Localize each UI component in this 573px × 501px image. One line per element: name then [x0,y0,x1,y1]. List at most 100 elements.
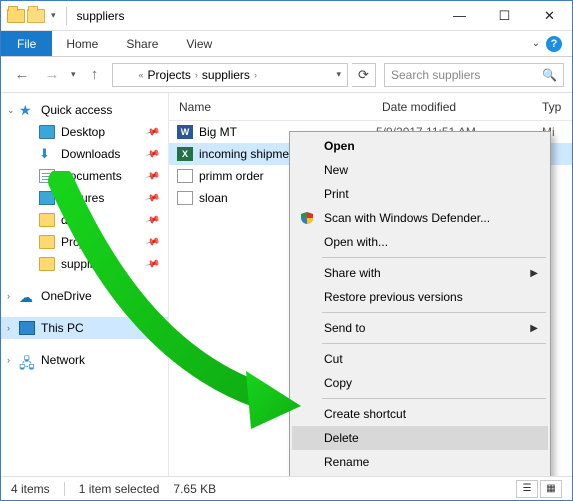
tab-share[interactable]: Share [112,31,172,56]
documents-icon [39,169,55,183]
file-icon [177,169,193,183]
sidebar-network[interactable]: › 🖧 Network [1,349,168,371]
pin-icon: 📌 [144,234,160,250]
window-icon[interactable] [7,9,25,23]
pin-icon: 📌 [144,124,160,140]
up-button[interactable]: ↑ [82,62,108,88]
sidebar-item-label: Quick access [41,103,112,117]
desktop-icon [39,125,55,139]
help-icon[interactable]: ? [546,36,562,52]
status-sep [64,482,65,496]
sidebar-item-label: suppliers [61,257,109,271]
search-placeholder: Search suppliers [391,68,480,82]
maximize-button[interactable]: ☐ [482,1,527,30]
folder-icon [39,235,55,249]
cm-restore[interactable]: Restore previous versions [292,285,548,309]
ribbon-collapse-icon[interactable]: ⌄ [532,38,540,49]
minimize-button[interactable]: — [437,1,482,30]
sidebar-drafts[interactable]: drafts 📌 [1,209,168,231]
cm-new[interactable]: New [292,158,548,182]
network-icon: 🖧 [19,353,35,367]
search-icon: 🔍 [542,68,557,82]
view-thumbnails-button[interactable]: ▦ [540,480,562,498]
cm-rename[interactable]: Rename [292,450,548,474]
tab-home[interactable]: Home [52,31,112,56]
qat-customize-icon[interactable]: ▾ [47,8,60,23]
pin-icon: 📌 [144,256,160,272]
folder-icon [39,257,55,271]
sidebar-item-label: Downloads [61,147,120,161]
expand-icon[interactable]: › [7,291,10,301]
cm-open[interactable]: Open [292,134,548,158]
status-size: 7.65 KB [173,482,216,496]
explorer-window: ▾ suppliers — ☐ ✕ File Home Share View ⌄… [0,0,573,501]
breadcrumb-chevron-icon[interactable]: › [193,70,200,80]
column-type[interactable]: Typ [542,100,572,114]
breadcrumb-chevron-icon[interactable]: › [252,70,259,80]
cm-print[interactable]: Print [292,182,548,206]
qat-open-icon[interactable] [27,9,45,23]
expand-icon[interactable]: ⌄ [7,105,15,116]
cm-share-with[interactable]: Share with▶ [292,261,548,285]
cm-separator [322,257,546,258]
sidebar-quick-access[interactable]: ⌄ ★ Quick access [1,99,168,121]
pin-icon: 📌 [144,212,160,228]
window-title: suppliers [77,9,125,23]
sidebar-projects[interactable]: Projects 📌 [1,231,168,253]
sidebar-pictures[interactable]: Pictures 📌 [1,187,168,209]
expand-icon[interactable]: › [7,323,10,333]
star-icon: ★ [19,103,35,117]
address-bar[interactable]: « Projects › suppliers › ▾ [112,63,348,87]
sidebar-onedrive[interactable]: › ☁ OneDrive [1,285,168,307]
sidebar-item-label: Documents [61,169,122,183]
sidebar-item-label: Network [41,353,85,367]
pin-icon: 📌 [144,168,160,184]
quick-access-toolbar: ▾ [1,7,77,25]
breadcrumb-sep-icon[interactable]: « [137,70,146,80]
search-input[interactable]: Search suppliers 🔍 [384,63,564,87]
status-bar: 4 items 1 item selected 7.65 KB ☰ ▦ [1,476,572,500]
sidebar-documents[interactable]: Documents 📌 [1,165,168,187]
back-button[interactable]: ← [9,62,35,88]
forward-button[interactable]: → [39,62,65,88]
close-button[interactable]: ✕ [527,1,572,30]
sidebar-suppliers[interactable]: suppliers 📌 [1,253,168,275]
tab-file[interactable]: File [1,31,52,56]
sidebar-this-pc[interactable]: › This PC [1,317,168,339]
cm-create-shortcut[interactable]: Create shortcut [292,402,548,426]
cm-cut[interactable]: Cut [292,347,548,371]
address-dropdown-icon[interactable]: ▾ [330,69,347,80]
cm-separator [322,398,546,399]
breadcrumb-suppliers[interactable]: suppliers [200,68,252,82]
tab-view[interactable]: View [172,31,226,56]
cm-delete[interactable]: Delete [292,426,548,450]
cm-separator [322,343,546,344]
cm-copy[interactable]: Copy [292,371,548,395]
ribbon-tabs: File Home Share View ⌄ ? [1,31,572,57]
view-details-button[interactable]: ☰ [516,480,538,498]
sidebar-item-label: OneDrive [41,289,92,303]
column-date[interactable]: Date modified [382,100,542,114]
downloads-icon: ⬇ [39,147,55,161]
folder-icon [39,213,55,227]
pictures-icon [39,191,55,205]
pc-icon [19,321,35,335]
sidebar-desktop[interactable]: Desktop 📌 [1,121,168,143]
refresh-button[interactable]: ⟳ [352,63,376,87]
history-dropdown-icon[interactable]: ▾ [69,69,78,80]
submenu-arrow-icon: ▶ [530,268,538,279]
onedrive-icon: ☁ [19,289,35,303]
column-headers: Name Date modified Typ [169,93,572,121]
sidebar-item-label: drafts [61,213,91,227]
cm-open-with[interactable]: Open with... [292,230,548,254]
shield-icon [300,211,314,225]
sidebar-downloads[interactable]: ⬇ Downloads 📌 [1,143,168,165]
cm-defender[interactable]: Scan with Windows Defender... [292,206,548,230]
breadcrumb-projects[interactable]: Projects [146,68,193,82]
word-icon: W [177,125,193,139]
expand-icon[interactable]: › [7,355,10,365]
column-name[interactable]: Name [169,100,382,114]
pin-icon: 📌 [144,146,160,162]
qat-separator [66,7,67,25]
cm-send-to[interactable]: Send to▶ [292,316,548,340]
